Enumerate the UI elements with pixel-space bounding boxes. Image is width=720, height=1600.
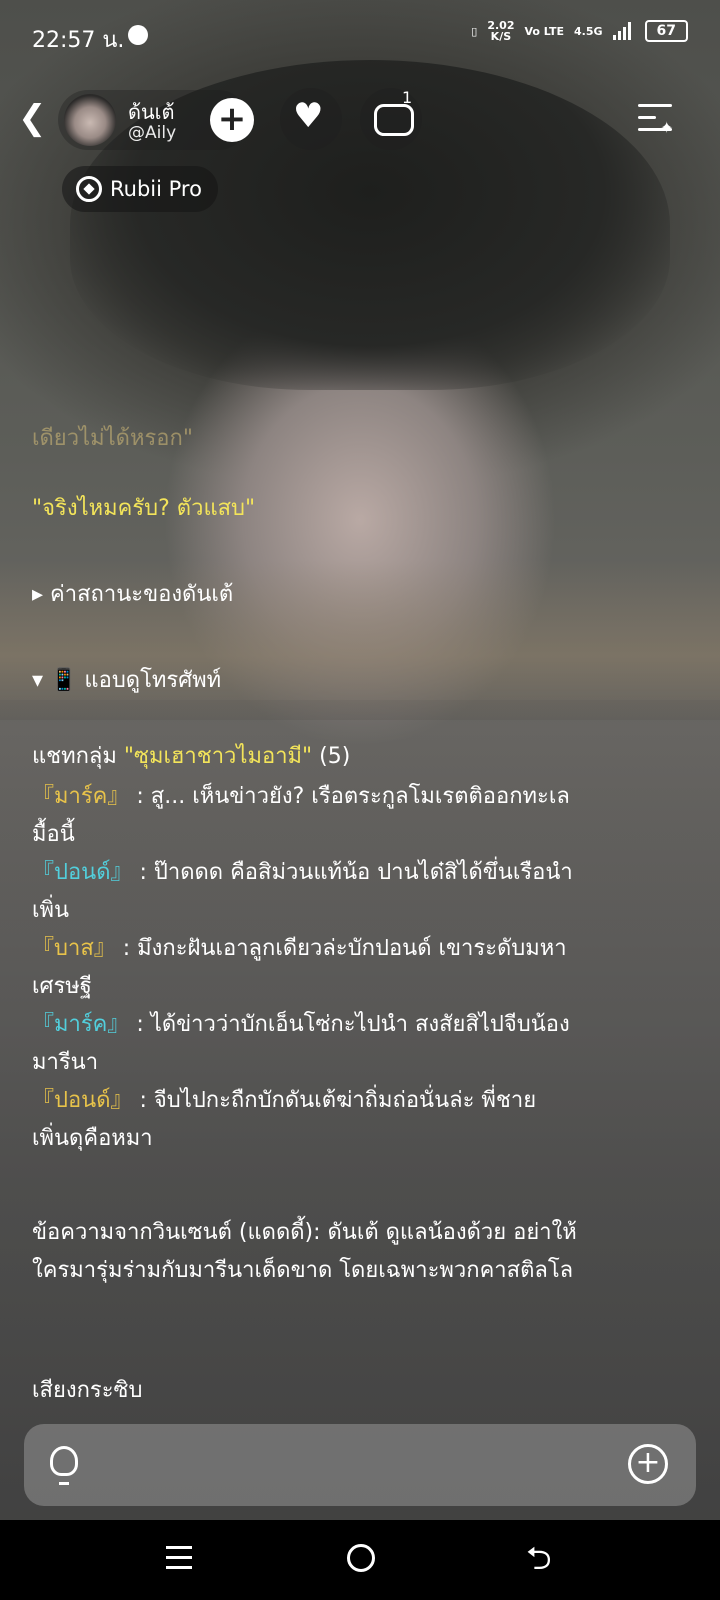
back-icon[interactable]: ❮ [18,98,47,138]
menu-icon[interactable]: ✦ [638,104,673,137]
group-message: 『ปอนด์』 : ป๊าดดด คือสิม่วนแท้น้อ ปานได๋ส… [32,854,573,892]
status-time: 22:57 น. [32,28,125,53]
message-continuation: เพิ่น [32,898,70,923]
message-continuation: มื้อนี้ [32,822,75,847]
message-continuation: มารีนา [32,1050,99,1075]
volte-label: Vo LTE [524,24,564,38]
chat-line-quote: "จริงไหมครับ? ตัวแสบ" [32,496,256,521]
message-continuation: เศรษฐี [32,974,92,999]
chat-line-faded: เดียวไม่ได้หรอก" [32,426,193,451]
sender-name: 『มาร์ค』 [32,1012,130,1037]
sender-name: 『ปอนด์』 [32,860,133,885]
system-nav-bar: ⮌ [0,1520,720,1600]
message-continuation: เพิ่นดุคือหมา [32,1126,153,1151]
status-bar: 22:57 น. ▯ 2.02 K/S Vo LTE 4.5G 67 [0,0,720,72]
group-message: 『มาร์ค』 : สู... เห็นข่าวยัง? เรือตระกูลโ… [32,778,570,816]
vincent-message: ข้อความจากวินเซนต์ (แดดดี้): ดันเต้ ดูแล… [32,1220,577,1245]
battery-indicator: 67 [644,20,688,42]
comment-count: 1 [402,88,413,107]
message-input[interactable]: + [24,1424,696,1506]
signal-icon [612,22,635,40]
group-count: (5) [312,744,351,769]
whisper-line: เสียงกระซิบ [32,1378,143,1403]
follow-button[interactable]: + [210,98,254,142]
add-icon[interactable]: + [628,1444,668,1484]
like-button[interactable]: ♥ [280,88,342,150]
message-text: : มึงกะฝันเอาลูกเดียวล่ะบักปอนด์ เขาระดั… [115,936,567,961]
group-chat-title: แชทกลุ่ม "ซุมเฮาชาวไมอามี" (5) [32,738,350,776]
message-text: : สู... เห็นข่าวยัง? เรือตระกูลโมเรตติออ… [129,784,570,809]
recent-apps-icon[interactable] [166,1546,192,1570]
sender-name: 『มาร์ค』 [32,784,130,809]
back-nav-icon[interactable]: ⮌ [526,1536,552,1590]
message-text: : จีบไปกะถืกบักดันเต้ฆ่าถิ่มถ่อนั่นล่ะ พ… [132,1088,537,1113]
vibrate-icon: ▯ [471,24,478,38]
lightbulb-icon[interactable] [50,1446,78,1485]
top-bar: ❮ ด้นเต้ @Aily + ♥ 1 ✦ [0,88,720,152]
phone-peek-toggle[interactable]: ▾ 📱 แอบดูโทรศัพท์ [32,662,221,700]
avatar[interactable] [64,94,116,146]
home-icon[interactable] [347,1544,375,1572]
group-message: 『ปอนด์』 : จีบไปกะถืกบักดันเต้ฆ่าถิ่มถ่อน… [32,1082,536,1120]
messenger-icon [128,25,148,45]
status-icons: ▯ 2.02 K/S Vo LTE 4.5G 67 [471,20,688,42]
rubii-pro-badge[interactable]: Rubii Pro [62,166,218,212]
comment-icon [374,104,414,136]
vincent-message-cont: ใครมารุ่มร่ามกับมารีนาเด็ดขาด โดยเฉพาะพว… [32,1258,574,1283]
group-name: "ซุมเฮาชาวไมอามี" [123,744,313,769]
character-handle: @Aily [128,123,177,143]
network-type: 4.5G [574,24,603,38]
status-toggle[interactable]: ▸ ค่าสถานะของดันเต้ [32,576,233,614]
group-prefix: แชทกลุ่ม [32,744,124,769]
rubii-icon [76,176,102,202]
group-message: 『มาร์ค』 : ได้ข่าวว่าบักเอ็นโซ่กะไปนำ สงส… [32,1006,570,1044]
network-speed: 2.02 K/S [487,19,515,43]
message-text: : ป๊าดดด คือสิม่วนแท้น้อ ปานได๋สิได้ขึ่น… [132,860,573,885]
sender-name: 『ปอนด์』 [32,1088,133,1113]
sender-name: 『บาส』 [32,936,116,961]
group-message: 『บาส』 : มึงกะฝันเอาลูกเดียวล่ะบักปอนด์ เ… [32,930,567,968]
comments-button[interactable]: 1 [360,88,422,150]
message-text: : ได้ข่าวว่าบักเอ็นโซ่กะไปนำ สงสัยสิไปจี… [129,1012,570,1037]
heart-icon: ♥ [293,96,324,136]
rubii-pro-label: Rubii Pro [110,177,202,201]
